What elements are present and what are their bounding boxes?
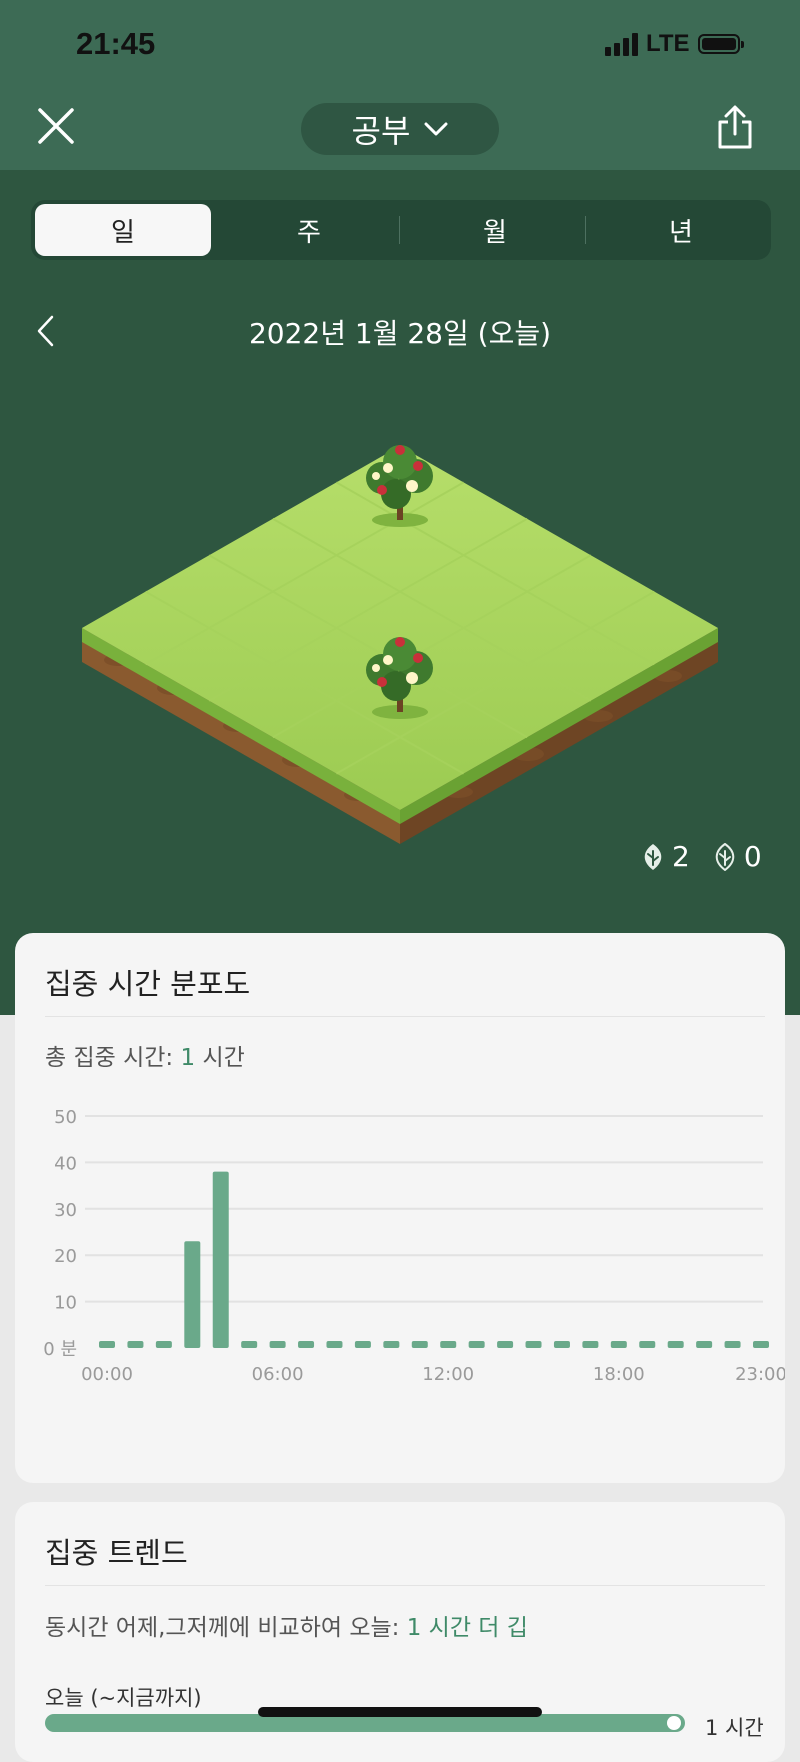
healthy-count-value: 2 <box>672 840 690 873</box>
today-value: 1 시간 <box>705 1716 764 1740</box>
tab-week[interactable]: 주 <box>221 204 397 256</box>
bar <box>127 1341 144 1348</box>
tab-year[interactable]: 년 <box>593 204 769 256</box>
compare-value: 1 시간 더 깁 <box>406 1615 528 1641</box>
bar <box>582 1341 599 1348</box>
bar <box>724 1341 741 1348</box>
bar <box>383 1341 400 1348</box>
tag-selector[interactable]: 공부 <box>301 103 499 155</box>
bar <box>212 1171 229 1348</box>
bar <box>241 1341 258 1348</box>
focus-trend-card: 집중 트렌드 동시간 어제,그저께에 비교하여 오늘: 1 시간 더 깁 오늘 … <box>15 1502 785 1762</box>
bar <box>525 1341 542 1348</box>
bar <box>639 1341 656 1348</box>
signal-icon <box>605 32 638 56</box>
today-progress-knob <box>667 1716 681 1730</box>
status-indicators: LTE <box>605 30 744 58</box>
bar <box>184 1241 201 1348</box>
forest-island <box>82 445 718 844</box>
tree-counts: 2 0 <box>640 840 776 873</box>
bar <box>667 1341 684 1348</box>
network-type: LTE <box>646 30 690 57</box>
share-icon[interactable] <box>715 104 755 150</box>
bar <box>326 1341 343 1348</box>
x-tick-label: 06:00 <box>252 1364 304 1385</box>
x-tick-label: 00:00 <box>81 1364 133 1385</box>
date-navigator: 2022년 1월 28일 (오늘) <box>0 300 800 360</box>
tab-divider <box>585 216 586 244</box>
bar <box>411 1341 428 1348</box>
dead-count-value: 0 <box>743 840 762 873</box>
bar <box>468 1341 485 1348</box>
healthy-tree-count: 2 <box>640 840 690 873</box>
today-label: 오늘 (~지금까지) <box>45 1686 202 1710</box>
bar <box>497 1341 514 1348</box>
trend-title: 집중 트렌드 <box>45 1536 188 1570</box>
battery-icon <box>697 34 744 54</box>
distribution-title: 집중 시간 분포도 <box>45 967 251 1001</box>
period-tabs: 일 주 월 년 <box>31 200 771 260</box>
dead-tree-count: 0 <box>712 840 762 873</box>
divider <box>45 1585 765 1586</box>
tab-divider <box>399 216 400 244</box>
divider <box>45 1016 765 1017</box>
y-tick-label: 50 <box>54 1107 77 1128</box>
y-tick-label: 30 <box>54 1200 77 1221</box>
chevron-down-icon <box>424 122 448 136</box>
bar <box>155 1341 172 1348</box>
tag-title: 공부 <box>351 112 411 150</box>
total-unit: 시간 <box>202 1045 245 1071</box>
x-tick-label: 23:00 <box>735 1364 785 1385</box>
x-tick-label: 12:00 <box>422 1364 474 1385</box>
compare-label: 동시간 어제,그저께에 비교하여 오늘: <box>45 1615 400 1641</box>
y-tick-label: 40 <box>54 1153 77 1174</box>
close-icon[interactable] <box>36 106 76 146</box>
leaf-icon <box>644 843 662 870</box>
bar <box>298 1341 315 1348</box>
tab-day[interactable]: 일 <box>35 204 211 256</box>
bar <box>696 1341 713 1348</box>
x-tick-label: 18:00 <box>593 1364 645 1385</box>
bar <box>610 1341 627 1348</box>
bar <box>354 1341 371 1348</box>
bar <box>269 1341 286 1348</box>
focus-distribution-card: 집중 시간 분포도 총 집중 시간: 1 시간 0 분 10 20 30 40 50 00:… <box>15 933 785 1483</box>
bar <box>99 1341 115 1348</box>
home-indicator <box>258 1707 542 1717</box>
focus-distribution-chart: 0 분 10 20 30 40 50 00:00 06:00 12:00 18:00 23:00 <box>43 1107 785 1385</box>
trend-comparison: 동시간 어제,그저께에 비교하여 오늘: 1 시간 더 깁 <box>45 1608 528 1642</box>
total-focus-time: 총 집중 시간: 1 시간 <box>45 1038 245 1072</box>
status-time: 21:45 <box>76 26 156 61</box>
total-label: 총 집중 시간: <box>45 1045 174 1071</box>
withered-leaf-icon <box>715 842 735 871</box>
y-tick-label: 0 분 <box>43 1339 77 1360</box>
total-value: 1 <box>180 1045 196 1071</box>
bar <box>753 1341 769 1348</box>
y-tick-label: 20 <box>54 1246 77 1267</box>
y-tick-label: 10 <box>54 1293 77 1314</box>
tab-month[interactable]: 월 <box>407 204 583 256</box>
bar <box>553 1341 570 1348</box>
date-label: 2022년 1월 28일 (오늘) <box>248 317 552 350</box>
bar <box>440 1341 457 1348</box>
